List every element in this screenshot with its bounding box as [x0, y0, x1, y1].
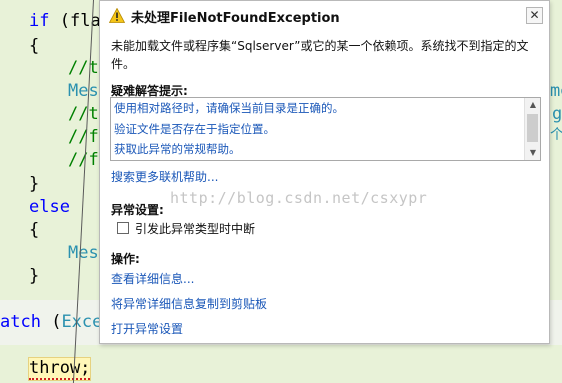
code-line-comment: //t — [68, 104, 99, 124]
exception-settings-label: 异常设置: — [111, 203, 164, 217]
code-line-messagebox: Mes — [68, 81, 99, 101]
troubleshooting-tips-list[interactable]: 使用相对路径时，请确保当前目录是正确的。 验证文件是否存在于指定位置。 获取此异… — [110, 97, 541, 161]
exception-message: 未能加载文件或程序集“Sqlserver”或它的某一个依赖项。系统找不到指定的文… — [111, 39, 529, 71]
view-details-link[interactable]: 查看详细信息... — [111, 270, 194, 287]
watermark: http://blog.csdn.net/csxypr — [170, 189, 428, 207]
dialog-title: 未处理FileNotFoundException — [131, 11, 340, 26]
open-exception-settings-link[interactable]: 打开异常设置 — [111, 320, 183, 337]
code-line-comment: //f — [68, 127, 99, 147]
scroll-thumb[interactable] — [527, 114, 538, 142]
copy-details-link[interactable]: 将异常详细信息复制到剪贴板 — [111, 295, 267, 312]
code-overflow-text: g — [552, 104, 562, 124]
code-line-else: else — [29, 197, 70, 217]
warning-icon — [109, 8, 125, 23]
actions-label: 操作: — [111, 252, 140, 266]
code-line-catch: atch (Exce — [0, 312, 103, 332]
code-overflow-text: me — [550, 81, 562, 101]
code-line-open-brace: { — [29, 220, 40, 240]
dialog-header: 未处理FileNotFoundException ✕ — [100, 1, 549, 31]
break-on-exception-checkbox[interactable] — [117, 222, 129, 234]
code-line-close-brace: } — [29, 266, 40, 286]
code-line-close-brace: } — [29, 174, 40, 194]
code-line-messagebox: Mes — [68, 243, 99, 263]
close-icon: ✕ — [529, 8, 540, 22]
code-line-open-brace: { — [29, 36, 40, 56]
tips-scrollbar[interactable]: ▲ ▼ — [524, 98, 540, 160]
break-on-exception-label[interactable]: 引发此异常类型时中断 — [135, 220, 255, 237]
code-line-if: if (fla — [29, 11, 101, 31]
tip-link[interactable]: 获取此异常的常规帮助。 — [114, 141, 241, 157]
tip-link[interactable]: 验证文件是否存在于指定位置。 — [114, 121, 275, 137]
code-line-throw[interactable]: throw; — [27, 357, 92, 381]
code-overflow-text: 个 — [550, 127, 562, 143]
scroll-up-icon[interactable]: ▲ — [525, 98, 541, 112]
search-online-help-link[interactable]: 搜索更多联机帮助... — [111, 168, 218, 185]
code-if-rest: (fla — [59, 11, 101, 31]
throw-statement[interactable]: throw; — [27, 357, 92, 381]
close-button[interactable]: ✕ — [526, 7, 543, 24]
exception-helper-dialog: 未处理FileNotFoundException ✕ 未能加载文件或程序集“Sq… — [99, 0, 550, 344]
code-line-comment: //t — [68, 58, 99, 78]
tip-link[interactable]: 使用相对路径时，请确保当前目录是正确的。 — [114, 100, 344, 116]
scroll-down-icon[interactable]: ▼ — [525, 146, 541, 160]
